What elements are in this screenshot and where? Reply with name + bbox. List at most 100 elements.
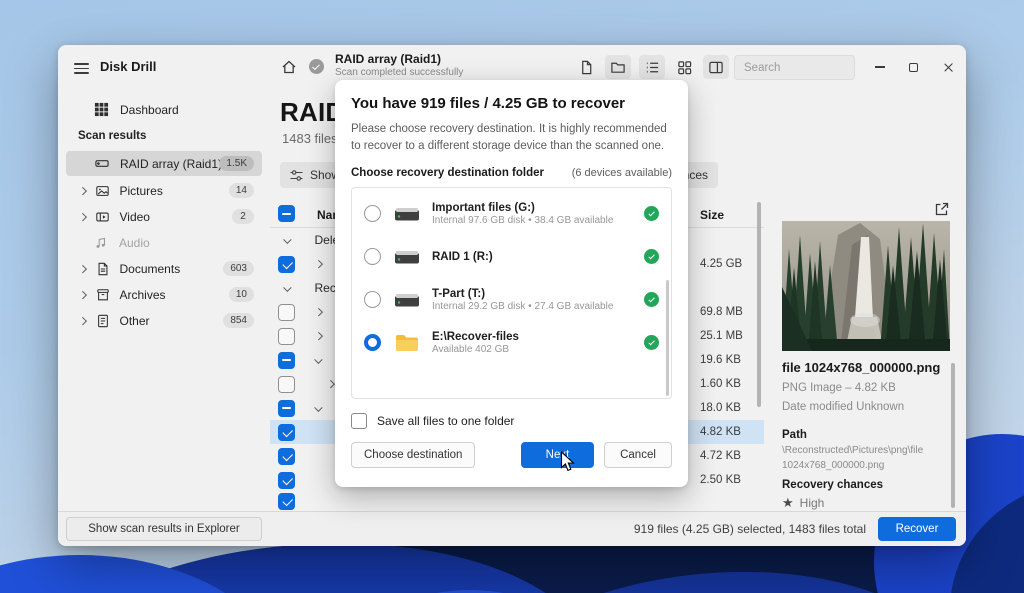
sidebar-item-video[interactable]: Video 2 (66, 204, 262, 229)
list-view-icon (646, 61, 658, 73)
destination-ok-icon (644, 292, 659, 308)
grid-view-icon (677, 60, 691, 74)
save-to-one-folder-option[interactable]: Save all files to one folder (351, 413, 672, 430)
preview-scrollbar-thumb[interactable] (951, 363, 955, 508)
recovery-chances-label: Recovery chances (782, 479, 884, 491)
row-checkbox[interactable] (278, 471, 295, 489)
table-scrollbar-thumb[interactable] (757, 202, 761, 407)
destination-name: Important files (G:) (432, 201, 535, 214)
file-size: 69.8 MB (700, 306, 743, 318)
drive-icon (395, 250, 419, 264)
drive-icon (395, 207, 419, 221)
chevron-down-icon[interactable] (314, 404, 323, 412)
sidebar-item-dashboard[interactable]: Dashboard (66, 97, 262, 122)
destination-name: E:\Recover-files (432, 330, 519, 343)
chevron-right-icon[interactable] (314, 260, 323, 268)
scan-results-section-label: Scan results (78, 130, 147, 142)
item-count-badge: 14 (228, 183, 254, 198)
footer-bar: Show scan results in Explorer 919 files … (58, 511, 966, 546)
search-box (734, 55, 904, 80)
chevron-right-icon[interactable] (78, 316, 87, 325)
disk-drill-window: Disk Drill RAID array (Raid1) Scan compl… (58, 45, 966, 546)
minimize-button[interactable] (868, 56, 892, 78)
file-size: 1.60 KB (700, 378, 741, 390)
chevron-down-icon[interactable] (283, 284, 292, 292)
row-checkbox[interactable] (278, 493, 295, 510)
open-preview-button[interactable] (934, 201, 950, 222)
chevron-right-icon[interactable] (78, 186, 87, 195)
radio-button[interactable] (364, 291, 381, 309)
chevron-right-icon[interactable] (78, 290, 87, 299)
row-checkbox[interactable] (278, 399, 295, 417)
chevron-right-icon[interactable] (78, 212, 87, 221)
radio-button-selected[interactable] (364, 334, 381, 352)
destination-section-label: Choose recovery destination folder (351, 167, 544, 180)
file-size: 25.1 MB (700, 330, 743, 342)
destination-option-selected[interactable]: E:\Recover-files Available 402 GB (352, 321, 671, 364)
row-checkbox[interactable] (278, 351, 295, 369)
chevron-right-icon[interactable] (78, 264, 87, 273)
table-row[interactable] (270, 492, 764, 511)
destination-list: Important files (G:) Internal 97.6 GB di… (351, 187, 672, 400)
row-checkbox[interactable] (278, 423, 295, 441)
dialog-scrollbar-thumb[interactable] (666, 280, 669, 397)
sidebar-item-label: Archives (119, 287, 166, 302)
sidebar-item-documents[interactable]: Documents 603 (66, 256, 262, 281)
sidebar-item-pictures[interactable]: Pictures 14 (66, 178, 262, 203)
preview-panel-toggle[interactable] (703, 55, 729, 79)
titlebar-scan-title: RAID array (Raid1) (335, 52, 442, 66)
select-all-checkbox[interactable] (278, 205, 295, 222)
row-checkbox[interactable] (278, 447, 295, 465)
radio-button[interactable] (364, 205, 381, 223)
chevron-right-icon[interactable] (314, 332, 323, 340)
row-checkbox[interactable] (278, 327, 295, 345)
file-size: 4.25 GB (700, 258, 743, 270)
chevron-right-icon[interactable] (314, 308, 323, 316)
home-button[interactable] (276, 55, 302, 79)
sidebar-item-other[interactable]: Other 854 (66, 308, 262, 333)
chevron-down-icon[interactable] (314, 356, 323, 364)
file-size: 4.82 KB (700, 426, 741, 438)
drive-icon (395, 293, 419, 307)
new-scan-button[interactable] (573, 55, 599, 79)
chevron-right-icon[interactable] (326, 380, 335, 388)
folder-icon (611, 62, 625, 73)
filter-icon (290, 169, 303, 181)
item-count-badge: 854 (223, 313, 254, 328)
row-checkbox[interactable] (278, 255, 295, 273)
folder-icon (396, 334, 418, 351)
open-folder-button[interactable] (605, 55, 631, 79)
grid-view-button[interactable] (671, 55, 697, 79)
cancel-button[interactable]: Cancel (604, 442, 672, 469)
destination-detail: Internal 97.6 GB disk • 38.4 GB availabl… (432, 214, 614, 226)
next-button[interactable]: Next (521, 442, 594, 469)
destination-ok-icon (644, 249, 659, 265)
external-link-icon (935, 202, 949, 216)
row-checkbox[interactable] (278, 375, 295, 393)
radio-button[interactable] (364, 248, 381, 266)
preview-file-meta: PNG Image – 4.82 KB (782, 382, 896, 394)
row-checkbox[interactable] (278, 303, 295, 321)
sidebar-item-label: RAID array (Raid1) (120, 156, 223, 171)
chevron-down-icon[interactable] (283, 236, 292, 244)
sidebar-item-raid-array[interactable]: RAID array (Raid1) 1.5K (66, 151, 262, 176)
destination-option[interactable]: Important files (G:) Internal 97.6 GB di… (352, 192, 671, 235)
checkbox[interactable] (351, 413, 367, 430)
destination-option[interactable]: T-Part (T:) Internal 29.2 GB disk • 27.4… (352, 278, 671, 321)
list-view-button[interactable] (639, 55, 665, 79)
recovery-destination-dialog: You have 919 files / 4.25 GB to recover … (335, 80, 688, 487)
titlebar-scan-subtitle: Scan completed successfully (335, 66, 464, 78)
destination-ok-icon (644, 206, 659, 222)
show-in-explorer-button[interactable]: Show scan results in Explorer (66, 517, 262, 541)
close-button[interactable] (936, 56, 960, 78)
video-icon (95, 212, 109, 221)
dashboard-icon (94, 102, 109, 117)
destination-name: RAID 1 (R:) (432, 250, 493, 263)
recover-button[interactable]: Recover (878, 517, 956, 541)
sidebar-item-archives[interactable]: Archives 10 (66, 282, 262, 307)
hamburger-menu-icon[interactable] (74, 60, 89, 77)
destination-option[interactable]: RAID 1 (R:) (352, 235, 671, 278)
preview-path-value: \Reconstructed\Pictures\png\file 1024x76… (782, 445, 924, 471)
maximize-button[interactable] (901, 56, 925, 78)
choose-destination-button[interactable]: Choose destination (351, 442, 476, 469)
